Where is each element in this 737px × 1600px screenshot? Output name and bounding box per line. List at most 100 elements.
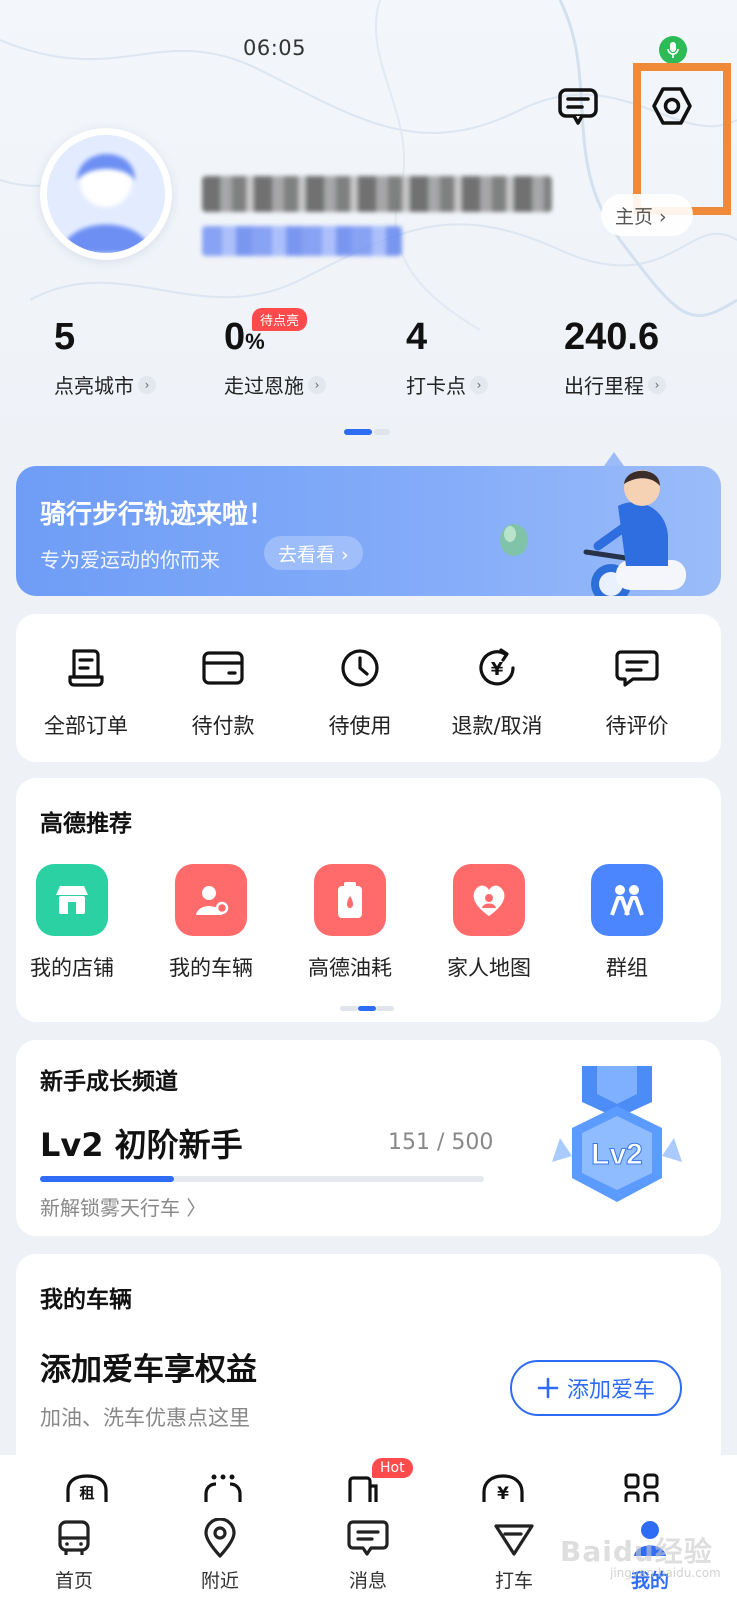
- refund-icon: ¥: [427, 644, 567, 692]
- clock-icon: [290, 644, 430, 692]
- svg-text:租: 租: [79, 1484, 94, 1502]
- recommend-card: 高德推荐 我的店铺 我的车辆 高德油耗 家人地图 群组: [16, 778, 721, 1022]
- order-label: 全部订单: [44, 714, 128, 738]
- banner-title: 骑行步行轨迹来啦！: [40, 500, 275, 530]
- chevron-right-icon: ›: [138, 375, 156, 394]
- nav-label: 附近: [200, 1570, 239, 1592]
- nav-nearby[interactable]: 附近: [170, 1516, 270, 1593]
- nav-label: 首页: [54, 1570, 93, 1592]
- recommend-title: 高德推荐: [40, 811, 132, 837]
- stat-label: 点亮城市: [54, 374, 134, 398]
- chevron-right-icon: ›: [648, 375, 666, 394]
- rec-my-vehicle[interactable]: 我的车辆: [141, 864, 281, 982]
- plus-icon: [537, 1377, 559, 1399]
- status-time: 06:05: [243, 36, 307, 60]
- nav-label: 打车: [494, 1570, 533, 1592]
- order-to-use[interactable]: 待使用: [290, 644, 430, 740]
- my-vehicle-card: 我的车辆 添加爱车享权益 加油、洗车优惠点这里 添加爱车: [16, 1254, 721, 1474]
- message-center-icon[interactable]: [554, 82, 602, 130]
- nav-messages[interactable]: 消息: [318, 1516, 418, 1593]
- add-car-button[interactable]: 添加爱车: [510, 1360, 682, 1416]
- order-refund-cancel[interactable]: ¥ 退款/取消: [427, 644, 567, 740]
- level-title: Lv2 初阶新手: [40, 1126, 243, 1164]
- rec-label: 我的店铺: [30, 956, 114, 980]
- banner-go-button[interactable]: 去看看 ›: [264, 536, 363, 570]
- username-blurred: [202, 176, 552, 212]
- hot-badge: Hot: [372, 1458, 413, 1478]
- order-list-icon: [16, 644, 156, 692]
- order-label: 待评价: [605, 714, 669, 738]
- orders-card: 全部订单 待付款 待使用 ¥ 退款/取消 待评价: [16, 614, 721, 762]
- add-car-label: 添加爱车: [566, 1378, 655, 1403]
- order-all[interactable]: 全部订单: [16, 644, 156, 740]
- stat-travel-mileage[interactable]: 240.6 出行里程 ›: [564, 318, 666, 399]
- rec-my-store[interactable]: 我的店铺: [2, 864, 142, 982]
- growth-channel-card[interactable]: 新手成长频道 Lv2 初阶新手 151 / 500 新解锁雾天行车 〉 Lv2: [16, 1040, 721, 1236]
- user-subtitle-blurred: [202, 226, 402, 256]
- stat-label: 出行里程: [564, 374, 644, 398]
- vehicle-title: 我的车辆: [40, 1287, 132, 1313]
- cyclist-illustration: [583, 470, 686, 596]
- nav-home[interactable]: 首页: [24, 1516, 124, 1593]
- cycling-banner[interactable]: 骑行步行轨迹来啦！ 专为爱运动的你而来 去看看 ›: [16, 466, 721, 596]
- fuel-icon: [314, 864, 386, 936]
- order-to-review[interactable]: 待评价: [567, 644, 707, 740]
- homepage-button[interactable]: 主页 ›: [601, 194, 693, 236]
- rec-label: 家人地图: [447, 956, 531, 980]
- stat-lit-cities[interactable]: 5 点亮城市 ›: [54, 318, 156, 399]
- chevron-right-icon: ›: [308, 375, 326, 394]
- growth-unlock-link[interactable]: 新解锁雾天行车 〉: [40, 1192, 206, 1221]
- svg-text:Lv2: Lv2: [591, 1138, 643, 1171]
- growth-title: 新手成长频道: [40, 1069, 178, 1095]
- avatar[interactable]: [40, 128, 172, 260]
- order-label: 待使用: [328, 714, 392, 738]
- rec-label: 高德油耗: [308, 956, 392, 980]
- banner-subtitle: 专为爱运动的你而来: [40, 548, 220, 572]
- nav-label: 消息: [348, 1570, 387, 1592]
- chevron-right-icon: ›: [470, 375, 488, 394]
- stat-checkin-points[interactable]: 4 打卡点 ›: [406, 318, 488, 399]
- rec-family-map[interactable]: 家人地图: [419, 864, 559, 982]
- order-label: 待付款: [191, 714, 255, 738]
- stat-value: 5: [54, 316, 76, 358]
- stat-value: 240.6: [564, 316, 660, 358]
- baidu-watermark: Baidu经验: [560, 1535, 713, 1568]
- group-icon: [591, 864, 663, 936]
- stats-pager-active: [344, 429, 372, 435]
- vehicle-headline: 添加爱车享权益: [40, 1352, 257, 1388]
- rec-group[interactable]: 群组: [557, 864, 697, 982]
- level-progress-text: 151 / 500: [388, 1130, 494, 1155]
- nav-taxi[interactable]: 打车: [464, 1516, 564, 1593]
- microphone-indicator-icon: [659, 36, 687, 64]
- level-medal-icon: Lv2: [552, 1066, 682, 1202]
- banner-pointer: [604, 452, 624, 466]
- rec-label: 我的车辆: [169, 956, 253, 980]
- stat-label: 走过恩施: [224, 374, 304, 398]
- recommend-pager-active: [358, 1006, 376, 1011]
- location-pin-icon: [170, 1516, 270, 1560]
- comment-icon: [567, 644, 707, 692]
- stat-label: 打卡点: [406, 374, 466, 398]
- to-light-badge: 待点亮: [252, 308, 308, 331]
- car-owner-icon: [175, 864, 247, 936]
- avatar-image: [47, 135, 165, 253]
- vehicle-subtitle: 加油、洗车优惠点这里: [40, 1406, 250, 1430]
- home-bus-icon: [24, 1516, 124, 1560]
- rec-label: 群组: [606, 956, 648, 980]
- order-label: 退款/取消: [451, 714, 543, 738]
- stats-pager-inactive: [374, 429, 390, 435]
- level-progress-fill: [40, 1176, 175, 1182]
- recommend-pager-inactive: [340, 1006, 358, 1011]
- recommend-pager-inactive: [376, 1006, 394, 1011]
- family-heart-icon: [453, 864, 525, 936]
- taxi-icon: [464, 1516, 564, 1560]
- svg-text:¥: ¥: [497, 1484, 509, 1504]
- wallet-icon: [153, 644, 293, 692]
- annotation-highlight-box: [633, 63, 731, 215]
- order-pending-payment[interactable]: 待付款: [153, 644, 293, 740]
- message-icon: [318, 1516, 418, 1560]
- rec-fuel-consumption[interactable]: 高德油耗: [280, 864, 420, 982]
- baidu-watermark-url: jingyan.baidu.com: [610, 1566, 721, 1580]
- level-progress-bar: [40, 1176, 484, 1182]
- svg-text:¥: ¥: [491, 659, 504, 680]
